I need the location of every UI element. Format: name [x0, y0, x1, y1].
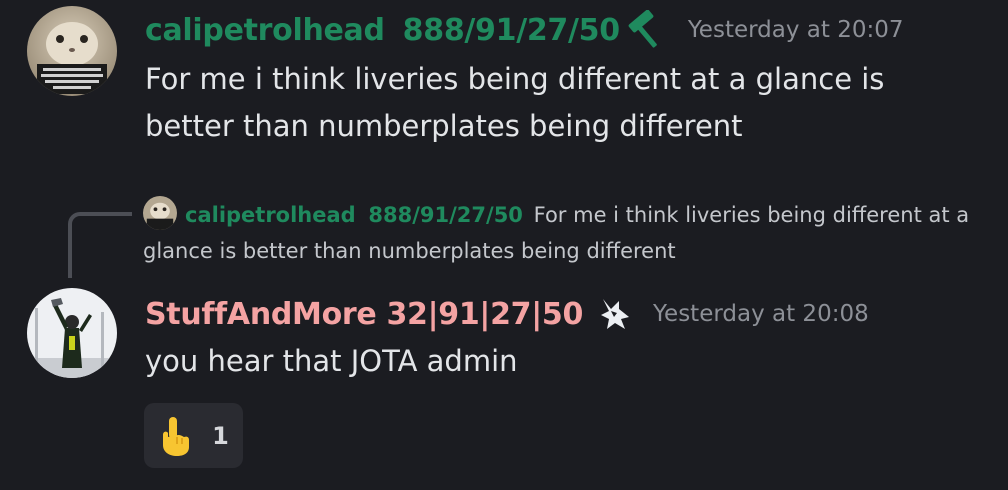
message-header: StuffAndMore 32|91|27|50 Yesterday at 20… — [145, 295, 869, 333]
username[interactable]: calipetrolhead — [145, 13, 385, 48]
avatar-stuffandmore[interactable] — [27, 288, 117, 378]
reaction-count: 1 — [212, 421, 229, 450]
cat-avatar-icon — [143, 196, 177, 230]
avatar-calipetrolhead[interactable] — [27, 6, 117, 96]
message-text: you hear that JOTA admin — [145, 344, 518, 378]
timestamp[interactable]: Yesterday at 20:07 — [688, 17, 904, 43]
wolf-icon[interactable] — [597, 295, 633, 333]
reply-user-tag[interactable]: 888/91/27/50 — [368, 203, 523, 227]
reply-preview[interactable]: calipetrolhead 888/91/27/50 For me i thi… — [143, 196, 978, 269]
hammer-icon[interactable] — [626, 10, 670, 50]
reply-username[interactable]: calipetrolhead — [185, 203, 356, 227]
user-tag[interactable]: 888/91/27/50 — [403, 13, 620, 48]
message-text: For me i think liveries being different … — [145, 62, 885, 143]
reaction-button[interactable]: 1 — [144, 403, 243, 468]
pointing-up-hand-icon — [158, 415, 194, 457]
racer-avatar-icon — [27, 288, 117, 378]
reply-connector-line — [68, 212, 132, 278]
message-header: calipetrolhead 888/91/27/50 Yesterday at… — [145, 10, 903, 50]
reply-avatar[interactable] — [143, 196, 177, 230]
cat-avatar-icon — [27, 6, 117, 96]
username[interactable]: StuffAndMore — [145, 297, 377, 332]
timestamp[interactable]: Yesterday at 20:08 — [653, 301, 869, 327]
user-tag[interactable]: 32|91|27|50 — [386, 297, 583, 332]
